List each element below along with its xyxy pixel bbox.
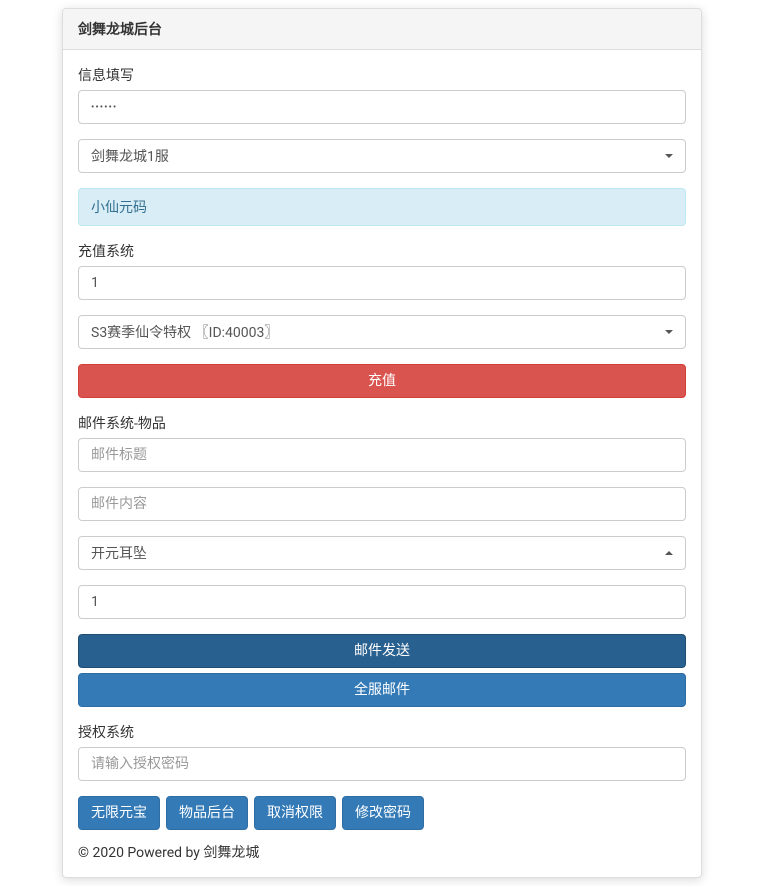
action-buttons: 无限元宝 物品后台 取消权限 修改密码 xyxy=(78,796,686,830)
main-panel: 剑舞龙城后台 信息填写 剑舞龙城1服 小仙元码 充值系统 S3赛季仙令特权 〖I… xyxy=(62,8,702,878)
mail-title-input[interactable] xyxy=(78,438,686,472)
mail-send-button[interactable]: 邮件发送 xyxy=(78,634,686,668)
footer-text: © 2020 Powered by 剑舞龙城 xyxy=(78,842,686,862)
change-password-button[interactable]: 修改密码 xyxy=(342,796,424,830)
panel-title: 剑舞龙城后台 xyxy=(78,22,162,38)
server-selected-label: 剑舞龙城1服 xyxy=(91,146,169,166)
recharge-item-selected-label: S3赛季仙令特权 〖ID:40003〗 xyxy=(91,322,278,342)
player-name-display: 小仙元码 xyxy=(78,188,686,226)
caret-up-icon xyxy=(665,551,673,555)
mail-broadcast-button[interactable]: 全服邮件 xyxy=(78,673,686,707)
auth-section-label: 授权系统 xyxy=(78,722,686,742)
cancel-auth-button[interactable]: 取消权限 xyxy=(254,796,336,830)
panel-header: 剑舞龙城后台 xyxy=(63,9,701,50)
recharge-submit-button[interactable]: 充值 xyxy=(78,364,686,398)
panel-body: 信息填写 剑舞龙城1服 小仙元码 充值系统 S3赛季仙令特权 〖ID:40003… xyxy=(63,50,701,877)
server-select[interactable]: 剑舞龙城1服 xyxy=(78,139,686,173)
info-section-label: 信息填写 xyxy=(78,65,686,85)
mail-quantity-input[interactable] xyxy=(78,585,686,619)
mail-item-select[interactable]: 开元耳坠 xyxy=(78,536,686,570)
auth-password-input[interactable] xyxy=(78,747,686,781)
caret-down-icon xyxy=(665,330,673,334)
item-backend-button[interactable]: 物品后台 xyxy=(166,796,248,830)
mail-section-label: 邮件系统-物品 xyxy=(78,413,686,433)
recharge-item-select[interactable]: S3赛季仙令特权 〖ID:40003〗 xyxy=(78,315,686,349)
unlimited-gold-button[interactable]: 无限元宝 xyxy=(78,796,160,830)
password-input[interactable] xyxy=(78,90,686,124)
recharge-section-label: 充值系统 xyxy=(78,241,686,261)
recharge-amount-input[interactable] xyxy=(78,266,686,300)
mail-content-input[interactable] xyxy=(78,487,686,521)
mail-item-selected-label: 开元耳坠 xyxy=(91,543,147,563)
caret-down-icon xyxy=(665,154,673,158)
